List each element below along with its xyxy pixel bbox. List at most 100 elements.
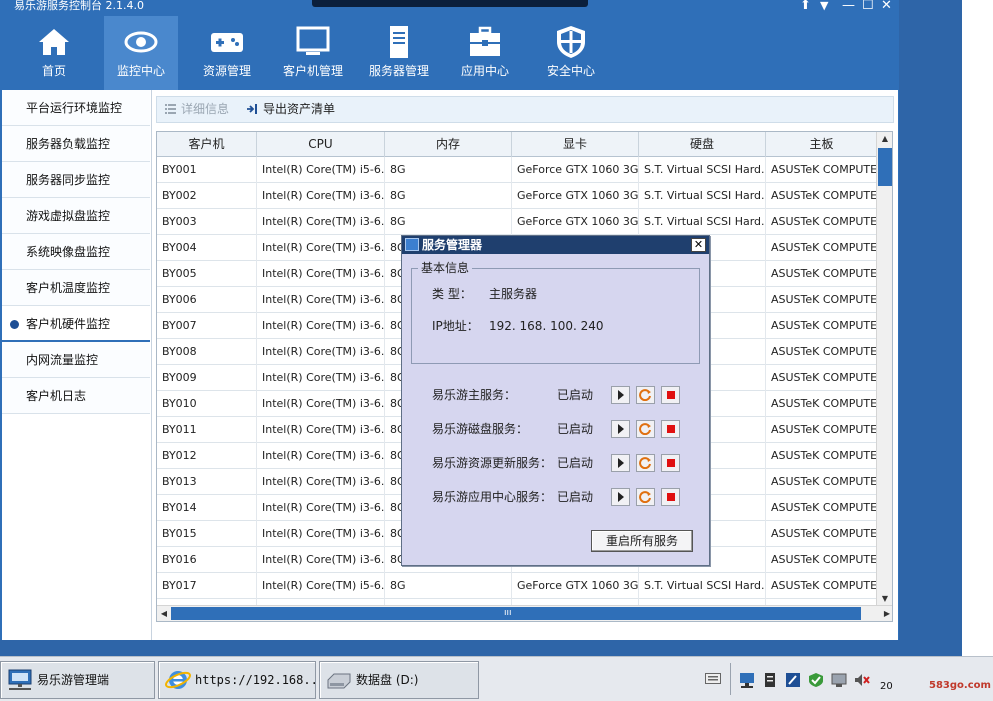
taskbar-item-admin[interactable]: 易乐游管理端 bbox=[0, 661, 155, 699]
scroll-right-icon[interactable]: ▶ bbox=[880, 606, 892, 621]
horizontal-scroll-thumb[interactable]: ııı bbox=[171, 607, 861, 620]
clock-text: 20 bbox=[880, 681, 893, 692]
cell-cpu: Intel(R) Core(TM) i5-6... bbox=[257, 573, 385, 599]
stop-service-button[interactable] bbox=[661, 454, 680, 472]
start-service-button[interactable] bbox=[611, 420, 630, 438]
edit-tray-icon[interactable] bbox=[785, 672, 801, 688]
cell-cpu: Intel(R) Core(TM) i3-6... bbox=[257, 261, 385, 287]
column-header-client[interactable]: 客户机 bbox=[157, 132, 257, 157]
restart-all-services-button[interactable]: 重启所有服务 bbox=[591, 530, 693, 552]
table-row[interactable]: BY017 Intel(R) Core(TM) i5-6... 8G GeForce … bbox=[157, 573, 877, 599]
menu-dropdown-icon[interactable]: ▼ bbox=[820, 0, 828, 13]
stop-icon bbox=[667, 493, 675, 501]
nav-resource-management[interactable]: 资源管理 bbox=[190, 16, 264, 90]
ip-label: IP地址： bbox=[432, 319, 479, 333]
cell-motherboard: ASUSTeK COMPUTER I bbox=[766, 521, 877, 547]
sidebar-item-system-image[interactable]: 系统映像盘监控 bbox=[2, 234, 150, 270]
stop-service-button[interactable] bbox=[661, 488, 680, 506]
cell-motherboard: ASUSTeK COMPUTER I bbox=[766, 183, 877, 209]
start-service-button[interactable] bbox=[611, 454, 630, 472]
restart-service-button[interactable] bbox=[636, 454, 655, 472]
taskbar-item-drive[interactable]: 数据盘 (D:) bbox=[319, 661, 479, 699]
table-row[interactable]: BY001 Intel(R) Core(TM) i5-6... 8G GeForce … bbox=[157, 157, 877, 183]
sidebar-item-platform-env[interactable]: 平台运行环境监控 bbox=[2, 90, 150, 126]
nav-home[interactable]: 首页 bbox=[17, 16, 91, 90]
nav-client-management-label: 客户机管理 bbox=[282, 64, 343, 78]
close-icon[interactable]: ✕ bbox=[881, 0, 892, 13]
cell-motherboard: ASUSTeK COMPUTER I bbox=[766, 313, 877, 339]
dialog-title-bar[interactable]: 服务管理器 ✕ bbox=[402, 236, 709, 254]
column-header-disk[interactable]: 硬盘 bbox=[639, 132, 766, 157]
stop-service-button[interactable] bbox=[661, 386, 680, 404]
nav-security-center-label: 安全中心 bbox=[546, 64, 595, 78]
column-header-memory[interactable]: 内存 bbox=[385, 132, 512, 157]
sidebar-item-client-temperature[interactable]: 客户机温度监控 bbox=[2, 270, 150, 306]
network-tray-icon[interactable] bbox=[739, 672, 755, 688]
site-watermark: 583go.com bbox=[929, 680, 991, 691]
export-assets-button[interactable]: 导出资产清单 bbox=[247, 97, 335, 122]
cell-cpu: Intel(R) Core(TM) i3-6... bbox=[257, 547, 385, 573]
minimize-icon[interactable]: — bbox=[842, 0, 855, 13]
maximize-icon[interactable]: ☐ bbox=[862, 0, 874, 13]
column-header-motherboard[interactable]: 主板 bbox=[766, 132, 877, 157]
security-tray-icon[interactable] bbox=[808, 672, 824, 688]
taskbar-item-browser[interactable]: https://192.168.... bbox=[158, 661, 332, 699]
scroll-down-icon[interactable]: ▼ bbox=[877, 592, 892, 606]
restart-service-button[interactable] bbox=[636, 488, 655, 506]
sidebar-item-game-vdisk[interactable]: 游戏虚拟盘监控 bbox=[2, 198, 150, 234]
nav-server-management[interactable]: 服务器管理 bbox=[362, 16, 436, 90]
play-icon bbox=[618, 424, 624, 434]
vertical-scrollbar[interactable]: ▲ ▼ bbox=[876, 132, 892, 606]
sidebar-item-lan-traffic[interactable]: 内网流量监控 bbox=[2, 342, 150, 378]
start-service-button[interactable] bbox=[611, 488, 630, 506]
service-name: 易乐游应用中心服务： bbox=[432, 490, 553, 504]
service-row: 易乐游主服务： 已启动 bbox=[402, 384, 709, 406]
cell-cpu: Intel(R) Core(TM) i3-6... bbox=[257, 287, 385, 313]
display-tray-icon[interactable] bbox=[831, 672, 847, 688]
sidebar-item-label: 内网流量监控 bbox=[26, 353, 99, 367]
cell-memory: 8G bbox=[385, 573, 512, 599]
cell-client: BY005 bbox=[157, 261, 257, 287]
start-service-button[interactable] bbox=[611, 386, 630, 404]
cell-client: BY006 bbox=[157, 287, 257, 313]
column-header-gpu[interactable]: 显卡 bbox=[512, 132, 639, 157]
nav-security-center[interactable]: 安全中心 bbox=[534, 16, 608, 90]
horizontal-scrollbar[interactable]: ◀ ııı ▶ bbox=[157, 605, 892, 621]
service-name: 易乐游磁盘服务： bbox=[432, 422, 529, 436]
drive-icon bbox=[327, 673, 351, 689]
cell-cpu: Intel(R) Core(TM) i3-6... bbox=[257, 209, 385, 235]
details-button[interactable]: 详细信息 bbox=[165, 97, 229, 122]
stop-service-button[interactable] bbox=[661, 420, 680, 438]
table-row[interactable]: BY002 Intel(R) Core(TM) i3-6... 8G GeForce … bbox=[157, 183, 877, 209]
cell-client: BY001 bbox=[157, 157, 257, 183]
nav-app-center[interactable]: 应用中心 bbox=[448, 16, 522, 90]
pin-icon[interactable]: ⬆ bbox=[800, 0, 811, 13]
table-row[interactable]: BY003 Intel(R) Core(TM) i3-6... 8G GeForce … bbox=[157, 209, 877, 235]
sidebar-item-client-log[interactable]: 客户机日志 bbox=[2, 378, 150, 414]
cell-gpu: GeForce GTX 1060 3GB bbox=[512, 183, 639, 209]
cell-cpu: Intel(R) Core(TM) i3-6... bbox=[257, 391, 385, 417]
sidebar-item-client-hardware[interactable]: 客户机硬件监控 bbox=[2, 306, 150, 342]
scroll-up-icon[interactable]: ▲ bbox=[877, 132, 892, 146]
keyboard-icon[interactable] bbox=[705, 671, 721, 685]
nav-monitor-center[interactable]: 监控中心 bbox=[104, 16, 178, 90]
sidebar-item-server-sync[interactable]: 服务器同步监控 bbox=[2, 162, 150, 198]
cell-client: BY003 bbox=[157, 209, 257, 235]
restart-service-button[interactable] bbox=[636, 386, 655, 404]
volume-muted-icon[interactable] bbox=[854, 672, 870, 688]
taskbar-item-label: 数据盘 (D:) bbox=[356, 673, 419, 687]
column-header-cpu[interactable]: CPU bbox=[257, 132, 385, 157]
dialog-close-button[interactable]: ✕ bbox=[691, 238, 706, 252]
taskbar-item-label: https://192.168.... bbox=[195, 673, 333, 687]
nav-client-management[interactable]: 客户机管理 bbox=[276, 16, 350, 90]
sidebar-item-server-load[interactable]: 服务器负载监控 bbox=[2, 126, 150, 162]
cell-client: BY013 bbox=[157, 469, 257, 495]
cell-motherboard: ASUSTeK COMPUTER I bbox=[766, 391, 877, 417]
nav-resource-management-label: 资源管理 bbox=[202, 64, 251, 78]
restart-service-button[interactable] bbox=[636, 420, 655, 438]
cell-cpu: Intel(R) Core(TM) i3-6... bbox=[257, 339, 385, 365]
vertical-scroll-thumb[interactable] bbox=[878, 148, 892, 186]
service-status: 已启动 bbox=[557, 490, 594, 504]
scroll-left-icon[interactable]: ◀ bbox=[157, 606, 171, 621]
server-tray-icon[interactable] bbox=[762, 672, 778, 688]
